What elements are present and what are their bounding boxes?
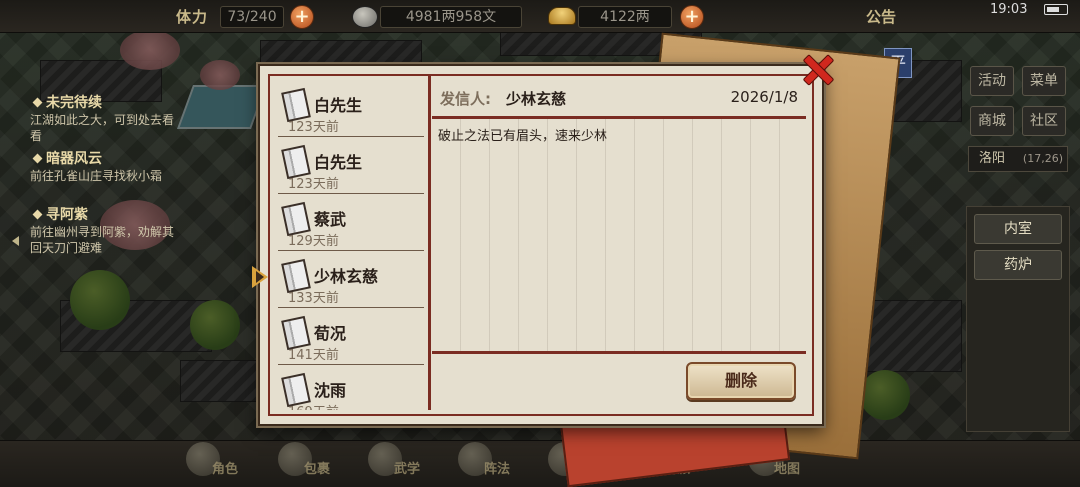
coins-value: 4981两958文 <box>380 6 522 28</box>
quest-description: 江湖如此之大，可到处去看看 <box>30 113 175 143</box>
mail-detail: 发信人: 少林玄慈 2026/1/8 破止之法已有眉头，速来少林 删除 <box>432 76 806 410</box>
mail-sender: 沈雨 <box>314 381 347 400</box>
delete-button[interactable]: 删除 <box>686 362 796 400</box>
mail-list-item[interactable]: 蔡武 129天前 <box>278 194 424 251</box>
mail-age: 123天前 <box>288 177 339 192</box>
mail-sender: 白先生 <box>314 96 363 115</box>
system-clock: 19:03 <box>990 2 1028 17</box>
nav-label: 阵法 <box>484 462 511 477</box>
nav-bag[interactable]: 包裹 <box>270 440 334 486</box>
quest-title: 未完待续 <box>46 95 102 111</box>
inner-room-button[interactable]: 内室 <box>974 214 1062 244</box>
close-icon[interactable] <box>800 52 834 86</box>
notice-button[interactable]: 公告 <box>866 6 896 27</box>
mail-date: 2026/1/8 <box>730 88 798 106</box>
stamina-label: 体力 <box>176 8 209 26</box>
medicine-stove-button[interactable]: 药炉 <box>974 250 1062 280</box>
location-name: 洛阳 <box>979 151 1006 166</box>
mail-list-item-selected[interactable]: 少林玄慈 133天前 <box>278 251 424 308</box>
nav-martial-arts[interactable]: 武学 <box>360 440 424 486</box>
mail-sender: 白先生 <box>314 153 363 172</box>
add-ingots-button[interactable]: + <box>680 5 704 29</box>
mail-sender: 荀况 <box>314 324 347 343</box>
ingots-value: 4122两 <box>578 6 672 28</box>
quest-description: 前往幽州寻到阿紫，劝解其回天刀门避难 <box>30 225 175 255</box>
nav-formation[interactable]: 阵法 <box>450 440 514 486</box>
mail-list[interactable]: 白先生 123天前 白先生 123天前 蔡武 129天前 少林玄慈 133天前 … <box>270 76 431 410</box>
mail-sender: 少林玄慈 <box>314 267 379 286</box>
mail-sender: 蔡武 <box>314 210 347 229</box>
quest-item[interactable]: 暗器风云 前往孔雀山庄寻找秋小霜 <box>30 148 180 184</box>
mail-body: 破止之法已有眉头，速来少林 <box>432 119 806 354</box>
quest-description: 前往孔雀山庄寻找秋小霜 <box>30 169 163 183</box>
add-stamina-button[interactable]: + <box>290 5 314 29</box>
from-label: 发信人: <box>440 90 491 108</box>
nav-label: 武学 <box>394 462 421 477</box>
battery-icon <box>1044 4 1068 15</box>
mail-age: 123天前 <box>288 120 339 135</box>
copper-coin-icon <box>352 6 378 28</box>
stamina-value: 73/240 <box>220 6 284 28</box>
nav-character[interactable]: 角色 <box>178 440 242 486</box>
from-name: 少林玄慈 <box>506 90 567 108</box>
nav-label: 角色 <box>212 462 239 477</box>
mail-dialog: 白先生 123天前 白先生 123天前 蔡武 129天前 少林玄慈 133天前 … <box>258 64 824 426</box>
mail-header: 发信人: 少林玄慈 2026/1/8 <box>432 76 806 119</box>
quest-item[interactable]: 寻阿紫 前往幽州寻到阿紫，劝解其回天刀门避难 <box>30 204 180 256</box>
quest-title: 暗器风云 <box>46 151 102 167</box>
mail-list-item[interactable]: 白先生 123天前 <box>278 137 424 194</box>
diamond-icon <box>32 97 43 108</box>
community-button[interactable]: 社区 <box>1022 106 1066 136</box>
location-coords: (17,26) <box>1022 152 1063 165</box>
quest-title: 寻阿紫 <box>46 207 88 223</box>
mail-list-item[interactable]: 白先生 123天前 <box>278 80 424 137</box>
top-status-bar: 体力 73/240 + 4981两958文 4122两 + 公告 19:03 <box>0 0 1080 33</box>
gold-ingot-icon <box>548 7 576 25</box>
activity-button[interactable]: 活动 <box>970 66 1014 96</box>
mail-age: 133天前 <box>288 291 339 306</box>
diamond-icon <box>32 209 43 220</box>
mail-body-text: 破止之法已有眉头，速来少林 <box>438 129 608 144</box>
mail-list-item[interactable]: 沈雨 169天前 <box>278 365 424 410</box>
collapse-quest-arrow-icon[interactable] <box>12 236 19 246</box>
selected-mail-pointer-inner <box>256 271 264 283</box>
mail-age: 169天前 <box>288 401 339 410</box>
menu-button[interactable]: 菜单 <box>1022 66 1066 96</box>
mail-age: 129天前 <box>288 234 339 249</box>
quest-item[interactable]: 未完待续 江湖如此之大，可到处去看看 <box>30 92 180 144</box>
mail-age: 141天前 <box>288 348 339 363</box>
nav-label: 包裹 <box>304 462 331 477</box>
location-box[interactable]: 洛阳 (17,26) <box>968 146 1068 172</box>
mail-list-item[interactable]: 荀况 141天前 <box>278 308 424 365</box>
shop-button[interactable]: 商城 <box>970 106 1014 136</box>
diamond-icon <box>32 153 43 164</box>
